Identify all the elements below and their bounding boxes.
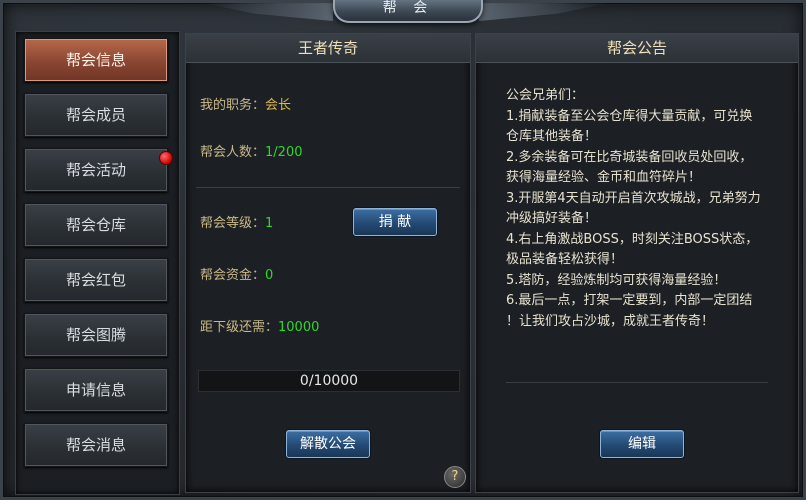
sidebar-item-red-packet[interactable]: 帮会红包 <box>24 258 168 302</box>
members-row: 帮会人数：1/200 <box>200 141 302 160</box>
notice-line: 2.多余装备可在比奇城装备回收员处回收， <box>506 149 753 165</box>
edit-notice-button[interactable]: 编辑 <box>600 430 684 458</box>
sidebar-item-warehouse[interactable]: 帮会仓库 <box>24 203 168 247</box>
notice-title: 帮会公告 <box>476 34 798 63</box>
disband-guild-button[interactable]: 解散公会 <box>286 430 370 458</box>
position-value: 会长 <box>265 98 292 113</box>
notice-line: 获得海量经验、金币和血符碎片！ <box>506 170 702 185</box>
notice-line: 公会兄弟们： <box>506 88 585 103</box>
notice-line: 1.捐献装备至公会仓库得大量贡献，可兑换 <box>506 108 753 124</box>
title-ornament-left <box>203 3 333 21</box>
donate-button[interactable]: 捐 献 <box>353 208 437 236</box>
sidebar-item-label: 帮会消息 <box>65 436 126 454</box>
sidebar: 帮会信息 帮会成员 帮会活动 帮会仓库 帮会红包 帮会图腾 申请信息 帮会消息 <box>15 31 180 495</box>
guild-info-panel: 王者传奇 我的职务：会长 帮会人数：1/200 帮会等级：1 捐 献 帮会资金：… <box>185 33 471 493</box>
divider <box>196 187 460 188</box>
next-level-row: 距下级还需：10000 <box>200 316 319 335</box>
guild-name: 王者传奇 <box>186 34 470 63</box>
sidebar-item-label: 帮会成员 <box>65 106 126 124</box>
window-title: 帮 会 <box>333 0 483 23</box>
level-label: 帮会等级： <box>200 216 266 231</box>
notice-line: 4.右上角激战BOSS，时刻关注BOSS状态， <box>506 231 759 247</box>
notice-text: 公会兄弟们： 1.捐献装备至公会仓库得大量贡献，可兑换 仓库其他装备！ 2.多余装备可… <box>506 86 774 332</box>
sidebar-item-applications[interactable]: 申请信息 <box>24 368 168 412</box>
notice-line: ！让我们攻占沙城，成就王者传奇！ <box>506 313 715 329</box>
next-level-value: 10000 <box>278 320 320 335</box>
sidebar-item-guild-info[interactable]: 帮会信息 <box>24 38 168 82</box>
notice-line: 6.最后一点，打架一定要到，内部一定团结 <box>506 293 753 308</box>
funds-row: 帮会资金：0 <box>200 264 273 283</box>
divider <box>506 382 768 383</box>
members-value: 1/200 <box>265 145 303 160</box>
notice-line: 3.开服第4天自动开启首次攻城战，兄弟努力 <box>506 190 761 206</box>
sidebar-item-totem[interactable]: 帮会图腾 <box>24 313 168 357</box>
title-ornament-right <box>479 3 609 21</box>
notice-line: 仓库其他装备！ <box>506 129 598 144</box>
next-level-label: 距下级还需： <box>200 320 279 335</box>
level-value: 1 <box>265 216 274 231</box>
sidebar-item-messages[interactable]: 帮会消息 <box>24 423 168 467</box>
sidebar-item-label: 帮会信息 <box>65 51 126 69</box>
notice-line: 冲级搞好装备！ <box>506 211 598 226</box>
guild-progress-bar: 0/10000 <box>198 370 460 392</box>
notification-dot-icon <box>159 151 173 165</box>
sidebar-item-label: 帮会仓库 <box>65 216 126 234</box>
guild-notice-panel: 帮会公告 公会兄弟们： 1.捐献装备至公会仓库得大量贡献，可兑换 仓库其他装备！ 2.… <box>475 33 799 493</box>
notice-line: 5.塔防，经验炼制均可获得海量经验！ <box>506 272 727 288</box>
position-label: 我的职务： <box>200 98 266 113</box>
sidebar-item-activities[interactable]: 帮会活动 <box>24 148 173 192</box>
sidebar-item-label: 申请信息 <box>65 381 126 399</box>
level-row: 帮会等级：1 <box>200 212 273 231</box>
sidebar-item-label: 帮会红包 <box>65 271 126 289</box>
progress-text: 0/10000 <box>299 373 359 389</box>
members-label: 帮会人数： <box>200 145 266 160</box>
guild-window: 帮 会 帮会信息 帮会成员 帮会活动 帮会仓库 帮会红包 帮会图腾 申请信息 帮… <box>0 0 806 500</box>
funds-value: 0 <box>265 268 274 283</box>
sidebar-item-label: 帮会活动 <box>65 161 126 179</box>
sidebar-item-label: 帮会图腾 <box>65 326 126 344</box>
notice-line: 极品装备轻松获得！ <box>506 252 624 267</box>
help-icon[interactable]: ? <box>444 466 466 488</box>
funds-label: 帮会资金： <box>200 268 266 283</box>
position-row: 我的职务：会长 <box>200 94 291 113</box>
sidebar-item-members[interactable]: 帮会成员 <box>24 93 168 137</box>
